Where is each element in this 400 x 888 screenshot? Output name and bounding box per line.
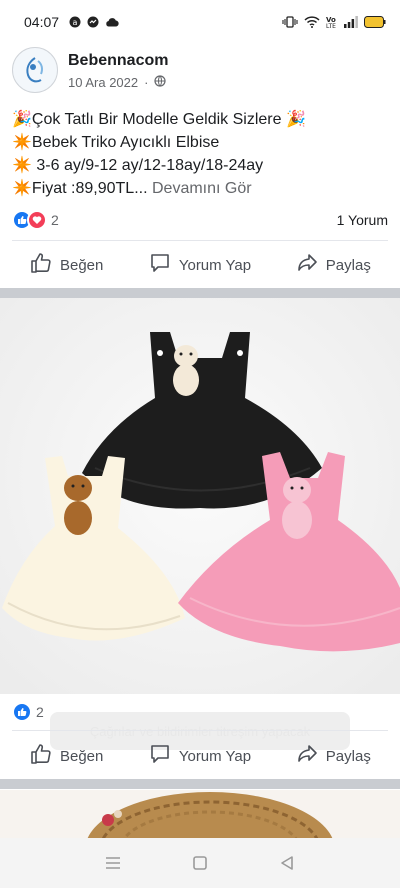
post-actions-2: Beğen Yorum Yap Paylaş	[0, 733, 400, 779]
status-time: 04:07	[24, 14, 60, 30]
reaction-count: 2	[51, 212, 59, 228]
feed-separator	[0, 288, 400, 298]
date-separator: ·	[144, 74, 149, 90]
like-button[interactable]: Beğen	[0, 252, 133, 278]
system-nav-bar	[0, 838, 400, 888]
reaction-count-2: 2	[36, 704, 44, 720]
home-button[interactable]	[180, 843, 220, 883]
post-photo[interactable]	[0, 298, 400, 694]
like-reaction-icon	[12, 702, 32, 722]
back-button[interactable]	[267, 843, 307, 883]
like-label: Beğen	[59, 256, 104, 274]
feed-separator-2	[0, 779, 400, 789]
post-header: Bebennacom 10 Ara 2022 ·	[0, 38, 400, 102]
post-text-line-2: ✴️Bebek Triko Ayıcıklı Elbise	[12, 134, 220, 151]
messenger-icon	[87, 16, 99, 28]
price-text: ✴️Fiyat :89,90TL...	[12, 180, 148, 197]
menu-button[interactable]	[93, 843, 133, 883]
thumbs-up-icon	[30, 743, 52, 769]
vibrate-icon	[282, 15, 298, 29]
post-text-line-1: 🎉Çok Tatlı Bir Modelle Geldik Sizlere 🎉	[12, 111, 306, 128]
wifi-icon	[304, 16, 320, 28]
home-square-icon	[193, 856, 207, 870]
svg-text:LTE: LTE	[326, 23, 336, 29]
divider	[12, 240, 388, 241]
see-more-link[interactable]: Devamını Gör	[152, 180, 252, 197]
comment-label: Yorum Yap	[178, 256, 252, 274]
cloud-icon	[105, 17, 119, 27]
battery-icon	[364, 16, 386, 28]
comment-button-2[interactable]: Yorum Yap	[133, 743, 266, 769]
wicker-basket-image	[0, 790, 400, 838]
post-text-line-4: ✴️Fiyat :89,90TL... Devamını Gör	[12, 177, 392, 200]
comment-label: Yorum Yap	[178, 747, 252, 765]
like-button-2[interactable]: Beğen	[0, 743, 133, 769]
baby-dresses-image	[0, 298, 400, 694]
share-icon	[296, 743, 318, 769]
love-reaction-icon	[27, 210, 47, 230]
share-label: Paylaş	[325, 747, 371, 765]
brand-logo-icon	[26, 57, 43, 83]
post-actions: Beğen Yorum Yap Paylaş	[0, 242, 400, 288]
share-button[interactable]: Paylaş	[267, 252, 400, 278]
post-text-line-3: ✴️ 3-6 ay/9-12 ay/12-18ay/18-24ay	[12, 157, 264, 174]
reactions-summary[interactable]: 2 1 Yorum	[12, 210, 388, 230]
divider-2	[12, 730, 388, 731]
globe-icon	[154, 74, 167, 90]
menu-icon	[106, 857, 121, 869]
next-post-photo[interactable]	[0, 790, 400, 838]
notification-icon: a	[69, 16, 81, 28]
back-triangle-icon	[280, 856, 293, 870]
comment-button[interactable]: Yorum Yap	[133, 252, 266, 278]
svg-text:a: a	[73, 18, 78, 27]
comment-icon	[149, 743, 171, 769]
avatar[interactable]	[12, 47, 58, 93]
comment-icon	[149, 252, 171, 278]
comment-count[interactable]: 1 Yorum	[337, 212, 388, 228]
post-text: 🎉Çok Tatlı Bir Modelle Geldik Sizlere 🎉 …	[12, 108, 392, 200]
share-icon	[296, 252, 318, 278]
volte-icon: Vo LTE	[326, 15, 338, 29]
share-label: Paylaş	[325, 256, 371, 274]
thumbs-up-icon	[30, 252, 52, 278]
post-date[interactable]: 10 Ara 2022	[68, 75, 138, 90]
author-name[interactable]: Bebennacom	[68, 51, 168, 71]
signal-icon	[344, 16, 358, 28]
share-button-2[interactable]: Paylaş	[267, 743, 400, 769]
like-label: Beğen	[59, 747, 104, 765]
